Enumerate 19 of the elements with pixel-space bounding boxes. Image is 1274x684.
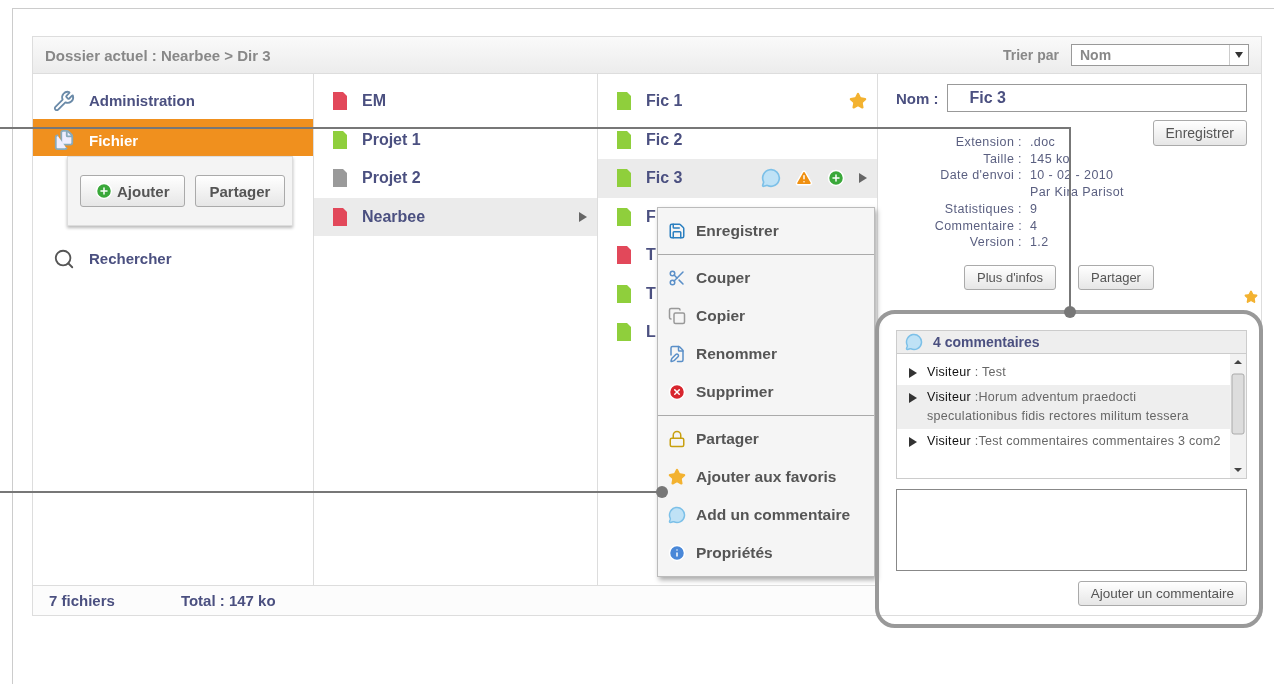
total-size: Total : 147 ko [180,592,276,609]
comment-text: Visiteur : Test [927,363,1007,381]
property-label: Date d'envoi : [939,167,1022,185]
property-value: 4 [1030,217,1039,235]
file-count: 7 fichiers [49,592,115,609]
breadcrumb: Dossier actuel : Nearbee > Dir 3 [45,46,272,64]
name-label: Nom : [896,89,939,107]
property-value: 9 [1030,200,1039,218]
property-value: 145 ko [1030,150,1071,168]
property-label: Commentaire : [933,217,1022,235]
comment-text: Visiteur :Test commentaires commentaires 3 com2 [927,432,1221,450]
comments-title: 4 commentaires [933,333,1040,350]
property-value: 1.2 [1030,234,1050,251]
property-label: Version : [968,234,1022,251]
sort-label: Trier par [1002,47,1059,63]
property-label: Statistiques : [943,200,1022,218]
property-label: Taille : [982,150,1022,168]
comment-text: Visiteur :Horum adventum praedocti speculationibus fidis rectores militum tessera [927,388,1190,425]
property-label: Extension : [954,134,1022,151]
